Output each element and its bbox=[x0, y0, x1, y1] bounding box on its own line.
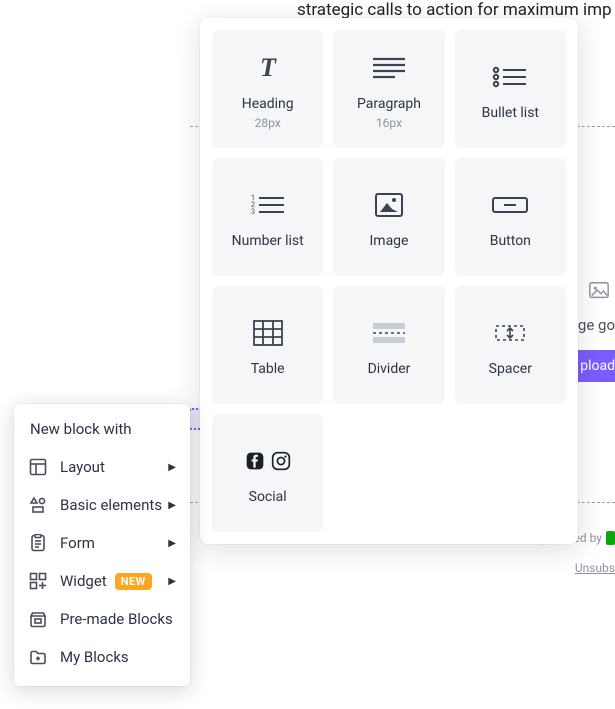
menu-item-layout[interactable]: Layout ▶ bbox=[14, 448, 190, 486]
table-icon bbox=[252, 313, 284, 353]
element-sub: 16px bbox=[376, 116, 402, 130]
number-list-icon: 123 bbox=[248, 185, 288, 225]
element-label: Spacer bbox=[489, 361, 532, 377]
element-sub: 28px bbox=[255, 116, 281, 130]
chevron-right-icon: ▶ bbox=[168, 576, 176, 587]
element-spacer[interactable]: Spacer bbox=[455, 286, 566, 404]
menu-item-label: My Blocks bbox=[60, 648, 129, 666]
background-text: strategic calls to action for maximum im… bbox=[297, 0, 612, 20]
menu-item-my-blocks[interactable]: My Blocks bbox=[14, 638, 190, 676]
block-elements-panel: T Heading 28px Paragraph 16px Bullet lis… bbox=[200, 18, 578, 544]
element-table[interactable]: Table bbox=[212, 286, 323, 404]
spacer-icon bbox=[490, 313, 530, 353]
premade-icon bbox=[28, 609, 48, 629]
unsubscribe-link-fragment[interactable]: Unsubs bbox=[575, 561, 615, 575]
chevron-right-icon: ▶ bbox=[168, 538, 176, 549]
element-heading[interactable]: T Heading 28px bbox=[212, 30, 323, 148]
element-social[interactable]: Social bbox=[212, 414, 323, 532]
menu-item-label: Form bbox=[60, 534, 95, 552]
bullet-list-icon bbox=[490, 57, 530, 97]
menu-item-label: Basic elements bbox=[60, 496, 162, 514]
element-label: Table bbox=[251, 361, 285, 377]
element-label: Social bbox=[249, 489, 287, 505]
chevron-right-icon: ▶ bbox=[168, 500, 176, 511]
form-icon bbox=[28, 533, 48, 553]
new-badge: NEW bbox=[115, 573, 152, 590]
widget-icon bbox=[28, 571, 48, 591]
element-label: Bullet list bbox=[482, 105, 539, 121]
image-icon bbox=[374, 185, 404, 225]
chevron-right-icon: ▶ bbox=[168, 462, 176, 473]
element-bullet-list[interactable]: Bullet list bbox=[455, 30, 566, 148]
element-paragraph[interactable]: Paragraph 16px bbox=[333, 30, 444, 148]
menu-item-widget[interactable]: Widget NEW ▶ bbox=[14, 562, 190, 600]
button-icon bbox=[490, 185, 530, 225]
paragraph-icon bbox=[369, 48, 409, 88]
folder-add-icon bbox=[28, 647, 48, 667]
element-label: Button bbox=[490, 233, 531, 249]
image-placeholder-icon bbox=[587, 280, 615, 304]
upload-button-fragment[interactable]: pload bbox=[572, 350, 615, 382]
menu-item-label: Widget bbox=[60, 572, 107, 590]
menu-item-form[interactable]: Form ▶ bbox=[14, 524, 190, 562]
new-block-menu: New block with Layout ▶ Basic elements ▶… bbox=[14, 404, 190, 686]
element-number-list[interactable]: 123 Number list bbox=[212, 158, 323, 276]
divider-icon bbox=[369, 313, 409, 353]
shapes-icon bbox=[28, 495, 48, 515]
layout-icon bbox=[28, 457, 48, 477]
menu-item-label: Pre-made Blocks bbox=[60, 610, 173, 628]
element-label: Heading bbox=[242, 96, 294, 112]
element-button[interactable]: Button bbox=[455, 158, 566, 276]
menu-item-label: Layout bbox=[60, 458, 105, 476]
element-divider[interactable]: Divider bbox=[333, 286, 444, 404]
social-icon bbox=[245, 441, 291, 481]
element-label: Divider bbox=[368, 361, 411, 377]
heading-icon: T bbox=[251, 48, 285, 88]
svg-text:T: T bbox=[260, 54, 277, 82]
element-label: Number list bbox=[232, 233, 304, 249]
menu-title: New block with bbox=[14, 420, 190, 448]
element-image[interactable]: Image bbox=[333, 158, 444, 276]
svg-text:3: 3 bbox=[251, 208, 255, 216]
element-label: Paragraph bbox=[357, 96, 421, 112]
menu-item-premade-blocks[interactable]: Pre-made Blocks bbox=[14, 600, 190, 638]
menu-item-basic-elements[interactable]: Basic elements ▶ bbox=[14, 486, 190, 524]
element-label: Image bbox=[369, 233, 408, 249]
brand-badge-icon bbox=[606, 531, 615, 545]
